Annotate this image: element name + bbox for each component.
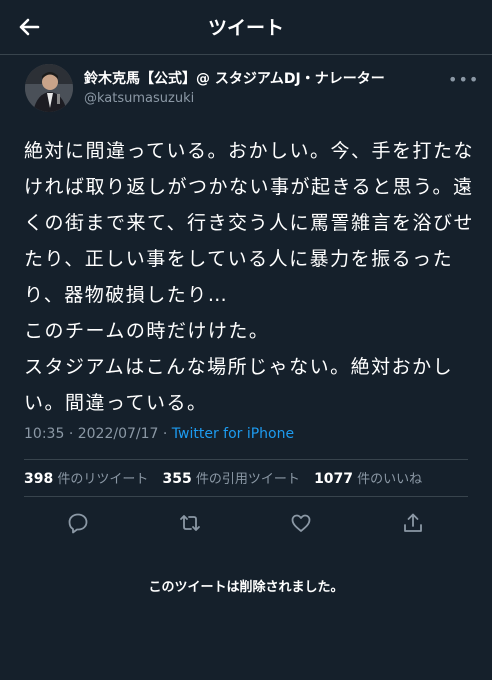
likes-label: 件のいいね xyxy=(357,472,423,487)
action-bar xyxy=(0,508,492,538)
author-handle[interactable]: @katsumasuzuki xyxy=(84,91,194,106)
quotes-count: 355 xyxy=(162,471,192,487)
quotes-label: 件の引用ツイート xyxy=(195,472,300,487)
tweet-stats: 398 件のリツイート 355 件の引用ツイート 1077 件のいいね xyxy=(24,468,432,487)
top-bar: ツイート xyxy=(0,0,492,55)
tweet-date: 2022/07/17 xyxy=(77,426,159,442)
divider xyxy=(24,459,468,460)
meta-separator: · xyxy=(68,426,74,442)
retweets-stat[interactable]: 398 件のリツイート xyxy=(24,471,149,487)
reply-icon[interactable] xyxy=(63,508,93,538)
like-icon[interactable] xyxy=(286,508,316,538)
meta-separator: · xyxy=(162,426,168,442)
divider xyxy=(24,496,468,497)
tweet-meta: 10:35 · 2022/07/17 · Twitter for iPhone xyxy=(24,426,294,442)
retweet-icon[interactable] xyxy=(175,508,205,538)
author-name[interactable]: 鈴木克馬【公式】@ スタジアムDJ・ナレーター xyxy=(84,68,385,88)
tweet-time: 10:35 xyxy=(24,426,65,442)
likes-count: 1077 xyxy=(314,471,354,487)
deleted-notice: このツイートは削除されました。 xyxy=(148,580,344,595)
share-icon[interactable] xyxy=(398,508,428,538)
tweet-source[interactable]: Twitter for iPhone xyxy=(172,426,294,442)
retweets-count: 398 xyxy=(24,471,54,487)
quotes-stat[interactable]: 355 件の引用ツイート xyxy=(162,471,300,487)
tweet-text: 絶対に間違っている。おかしい。今、手を打たなければ取り返しがつかない事が起きると… xyxy=(24,140,475,414)
avatar[interactable] xyxy=(25,64,73,112)
retweets-label: 件のリツイート xyxy=(57,472,149,487)
more-horizontal-icon[interactable]: ••• xyxy=(448,70,479,89)
likes-stat[interactable]: 1077 件のいいね xyxy=(314,471,423,487)
page-title: ツイート xyxy=(207,17,284,39)
